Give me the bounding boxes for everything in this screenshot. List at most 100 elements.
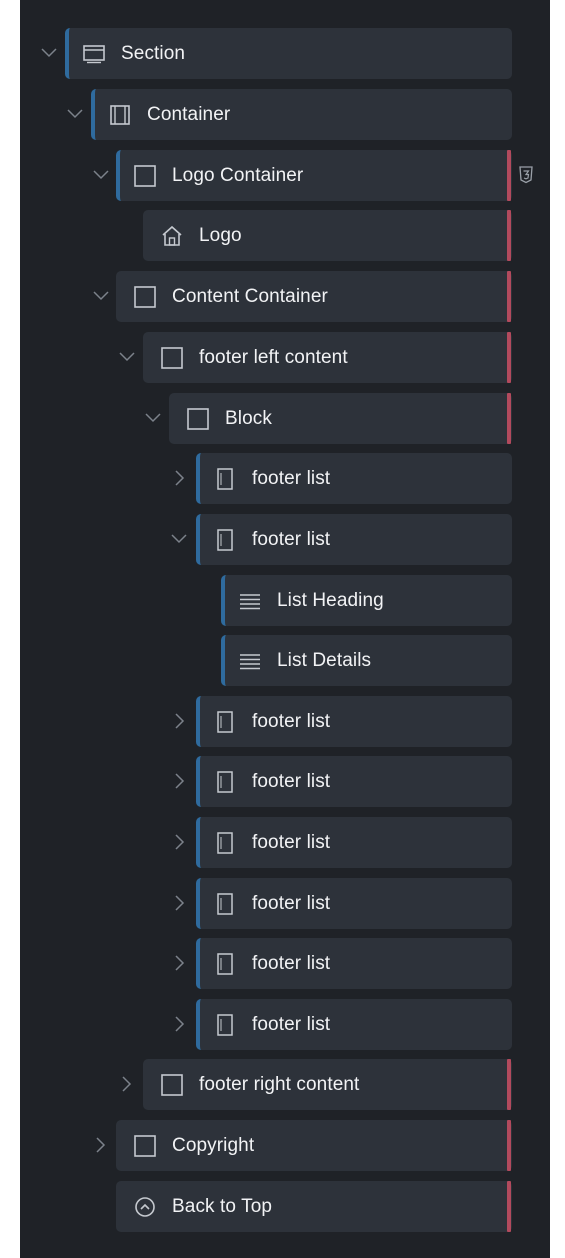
container-icon xyxy=(107,102,133,128)
tree-item-label: Logo xyxy=(199,224,242,246)
list-block-icon xyxy=(212,1012,238,1038)
style-marker xyxy=(507,150,511,201)
div-block-icon xyxy=(132,163,158,189)
tree-item-footer-list[interactable]: footer list xyxy=(196,514,512,565)
chevron-right-icon[interactable] xyxy=(169,1013,191,1035)
list-block-icon xyxy=(212,951,238,977)
tree-item-section[interactable]: Section xyxy=(65,28,512,79)
tree-item-label: List Heading xyxy=(277,589,384,611)
chevron-down-icon[interactable] xyxy=(168,528,190,550)
tree-item-label: footer right content xyxy=(199,1073,360,1095)
tree-item-label: Back to Top xyxy=(172,1195,273,1217)
tree-item-logo-container[interactable]: Logo Container xyxy=(116,150,512,201)
list-block-icon xyxy=(212,466,238,492)
text-lines-icon xyxy=(237,648,263,674)
tree-item-footer-right-content[interactable]: footer right content xyxy=(143,1059,512,1110)
chevron-down-icon[interactable] xyxy=(64,103,86,125)
tree-item-footer-list[interactable]: footer list xyxy=(196,696,512,747)
chevron-right-icon[interactable] xyxy=(169,710,191,732)
tree-item-copyright[interactable]: Copyright xyxy=(116,1120,512,1171)
tree-item-footer-list[interactable]: footer list xyxy=(196,756,512,807)
list-block-icon xyxy=(212,709,238,735)
tree-item-label: Section xyxy=(121,42,186,64)
list-block-icon xyxy=(212,769,238,795)
style-marker xyxy=(507,1120,511,1171)
chevron-right-icon[interactable] xyxy=(90,1134,112,1156)
section-icon xyxy=(81,41,107,67)
chevron-right-icon[interactable] xyxy=(169,892,191,914)
chevron-right-icon[interactable] xyxy=(116,1073,138,1095)
chevron-down-icon[interactable] xyxy=(142,407,164,429)
style-marker xyxy=(507,210,511,261)
navigator-row: Block xyxy=(20,393,512,444)
navigator-row: Container xyxy=(20,89,512,140)
tree-item-footer-list[interactable]: footer list xyxy=(196,453,512,504)
navigator-row: List Heading xyxy=(20,575,512,626)
tree-item-label: Block xyxy=(225,407,272,429)
navigator-row: Logo xyxy=(20,210,512,261)
style-marker xyxy=(507,1181,511,1232)
div-block-icon xyxy=(159,1072,185,1098)
list-block-icon xyxy=(212,891,238,917)
tree-item-list-heading[interactable]: List Heading xyxy=(221,575,512,626)
navigator-row: Copyright xyxy=(20,1120,512,1171)
chevron-down-icon[interactable] xyxy=(116,346,138,368)
chevron-right-icon[interactable] xyxy=(169,952,191,974)
chevron-down-icon[interactable] xyxy=(38,42,60,64)
tree-item-label: Logo Container xyxy=(172,164,304,186)
css3-icon[interactable] xyxy=(517,166,535,184)
navigator-row: footer list xyxy=(20,999,512,1050)
list-block-icon xyxy=(212,830,238,856)
navigator-row: footer list xyxy=(20,878,512,929)
arrow-up-circle-icon xyxy=(132,1194,158,1220)
navigator-row: footer list xyxy=(20,817,512,868)
navigator-row: footer list xyxy=(20,938,512,989)
navigator-row: footer list xyxy=(20,696,512,747)
navigator-row: footer list xyxy=(20,756,512,807)
tree-item-footer-list[interactable]: footer list xyxy=(196,999,512,1050)
tree-item-footer-list[interactable]: footer list xyxy=(196,878,512,929)
tree-item-label: footer list xyxy=(252,467,331,489)
tree-item-footer-list[interactable]: footer list xyxy=(196,938,512,989)
navigator-row: List Details xyxy=(20,635,512,686)
tree-item-label: footer list xyxy=(252,770,331,792)
style-marker xyxy=(507,393,511,444)
chevron-down-icon[interactable] xyxy=(90,285,112,307)
tree-item-label: Container xyxy=(147,103,231,125)
tree-item-label: footer list xyxy=(252,892,331,914)
tree-item-content-container[interactable]: Content Container xyxy=(116,271,512,322)
chevron-right-icon[interactable] xyxy=(169,770,191,792)
style-marker xyxy=(507,332,511,383)
navigator-row: Back to Top xyxy=(20,1181,512,1232)
style-marker xyxy=(507,271,511,322)
tree-item-footer-left-content[interactable]: footer left content xyxy=(143,332,512,383)
chevron-down-icon[interactable] xyxy=(90,164,112,186)
tree-item-container[interactable]: Container xyxy=(91,89,512,140)
tree-item-label: Copyright xyxy=(172,1134,255,1156)
chevron-right-icon[interactable] xyxy=(169,831,191,853)
tree-item-footer-list[interactable]: footer list xyxy=(196,817,512,868)
tree-item-label: List Details xyxy=(277,649,372,671)
tree-item-label: footer list xyxy=(252,952,331,974)
div-block-icon xyxy=(159,345,185,371)
tree-item-label: Content Container xyxy=(172,285,328,307)
div-block-icon xyxy=(132,284,158,310)
tree-item-back-to-top[interactable]: Back to Top xyxy=(116,1181,512,1232)
div-block-icon xyxy=(132,1133,158,1159)
navigator-row: footer list xyxy=(20,453,512,504)
tree-item-label: footer list xyxy=(252,528,331,550)
navigator-row: footer right content xyxy=(20,1059,512,1110)
navigator-row: footer list xyxy=(20,514,512,565)
tree-item-label: footer list xyxy=(252,710,331,732)
home-icon xyxy=(159,223,185,249)
tree-item-block[interactable]: Block xyxy=(169,393,512,444)
list-block-icon xyxy=(212,527,238,553)
navigator-row: Content Container xyxy=(20,271,512,322)
div-block-icon xyxy=(185,406,211,432)
text-lines-icon xyxy=(237,588,263,614)
chevron-right-icon[interactable] xyxy=(169,467,191,489)
tree-item-label: footer list xyxy=(252,831,331,853)
tree-item-label: footer left content xyxy=(199,346,348,368)
tree-item-logo[interactable]: Logo xyxy=(143,210,512,261)
tree-item-list-details[interactable]: List Details xyxy=(221,635,512,686)
